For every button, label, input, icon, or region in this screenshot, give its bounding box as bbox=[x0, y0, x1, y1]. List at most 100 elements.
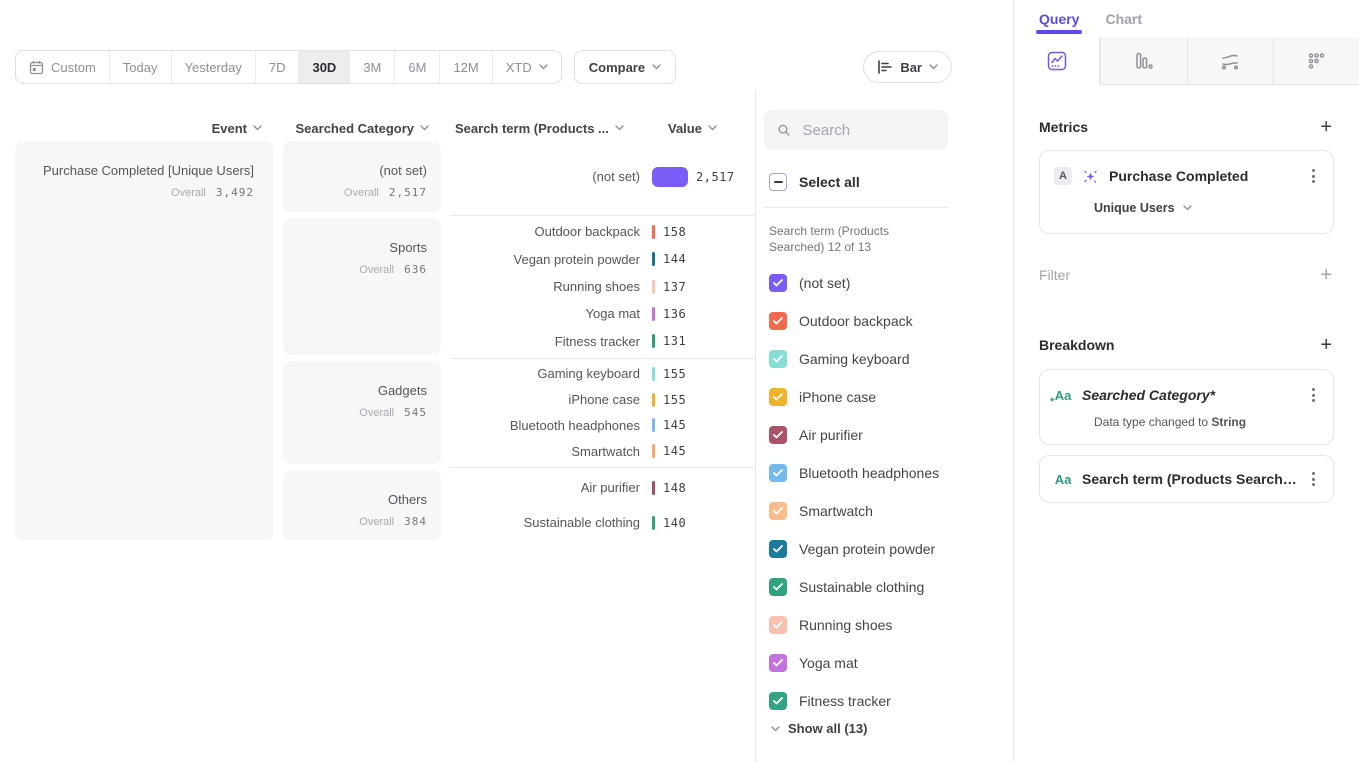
column-header-event[interactable]: Event bbox=[15, 121, 274, 136]
value-label: 137 bbox=[663, 280, 686, 294]
event-cell[interactable]: Purchase Completed [Unique Users] Overal… bbox=[15, 141, 274, 540]
metric-card-row: A Purchase Completed bbox=[1054, 166, 1319, 186]
overall-value: 3,492 bbox=[216, 186, 254, 199]
date-range-6m[interactable]: 6M bbox=[394, 51, 439, 83]
category-cell-others[interactable]: OthersOverall384 bbox=[283, 470, 441, 540]
breakdown-card-search-term[interactable]: Aa Search term (Products Searched) bbox=[1039, 455, 1334, 503]
search-box[interactable] bbox=[764, 110, 948, 150]
check-icon bbox=[773, 279, 783, 287]
legend-item-gaming-keyboard[interactable]: Gaming keyboard bbox=[764, 340, 1013, 378]
term-row-air-purifier[interactable]: Air purifier148 bbox=[450, 474, 755, 502]
checkbox[interactable] bbox=[769, 578, 787, 596]
term-row-not-set[interactable]: (not set)2,517 bbox=[450, 163, 755, 191]
category-cell-gadgets[interactable]: GadgetsOverall545 bbox=[283, 361, 441, 464]
date-range-today[interactable]: Today bbox=[109, 51, 171, 83]
add-metric-button[interactable]: + bbox=[1318, 118, 1334, 136]
select-all[interactable]: Select all bbox=[764, 173, 1013, 191]
term-label: Fitness tracker bbox=[450, 334, 640, 349]
tab-funnels[interactable] bbox=[1100, 37, 1186, 85]
more-options-icon[interactable] bbox=[1308, 469, 1319, 489]
legend-item-outdoor-backpack[interactable]: Outdoor backpack bbox=[764, 302, 1013, 340]
overall-label: Overall bbox=[171, 187, 206, 199]
compare-label: Compare bbox=[589, 60, 645, 75]
legend-item-running-shoes[interactable]: Running shoes bbox=[764, 606, 1013, 644]
checkbox[interactable] bbox=[769, 426, 787, 444]
date-range-yesterday[interactable]: Yesterday bbox=[171, 51, 255, 83]
more-options-icon[interactable] bbox=[1308, 385, 1319, 405]
date-range-custom[interactable]: Custom bbox=[16, 51, 109, 83]
tab-insights[interactable] bbox=[1014, 37, 1100, 85]
metric-card[interactable]: A Purchase Completed Unique Users bbox=[1039, 150, 1334, 234]
term-row-sustainable-clothing[interactable]: Sustainable clothing140 bbox=[450, 509, 755, 537]
legend-item-fitness-tracker[interactable]: Fitness tracker bbox=[764, 682, 1013, 720]
add-breakdown-button[interactable]: + bbox=[1318, 336, 1334, 354]
compare-button[interactable]: Compare bbox=[574, 50, 676, 84]
date-range-3m[interactable]: 3M bbox=[349, 51, 394, 83]
term-row-vegan-protein-powder[interactable]: Vegan protein powder144 bbox=[450, 245, 755, 272]
column-header-value[interactable]: Value bbox=[668, 121, 717, 136]
term-row-gaming-keyboard[interactable]: Gaming keyboard155 bbox=[450, 361, 755, 387]
column-header-search-term[interactable]: Search term (Products ... bbox=[455, 121, 624, 136]
date-range-label: 7D bbox=[269, 60, 286, 75]
legend-item-label: Air purifier bbox=[799, 427, 863, 443]
tab-chart[interactable]: Chart bbox=[1105, 0, 1142, 37]
metric-series-badge: A bbox=[1054, 167, 1072, 185]
value-label: 145 bbox=[663, 418, 686, 432]
search-input[interactable] bbox=[801, 121, 935, 140]
chevron-down-icon bbox=[539, 64, 548, 70]
checkbox[interactable] bbox=[769, 540, 787, 558]
term-row-smartwatch[interactable]: Smartwatch145 bbox=[450, 438, 755, 464]
value-bar bbox=[652, 481, 655, 495]
legend-item-not-set[interactable]: (not set) bbox=[764, 264, 1013, 302]
value-bar bbox=[652, 252, 655, 266]
legend-item-label: Smartwatch bbox=[799, 503, 873, 519]
date-range-7d[interactable]: 7D bbox=[255, 51, 299, 83]
checkbox[interactable] bbox=[769, 692, 787, 710]
legend-item-air-purifier[interactable]: Air purifier bbox=[764, 416, 1013, 454]
term-row-running-shoes[interactable]: Running shoes137 bbox=[450, 273, 755, 300]
modified-asterisk-icon: * bbox=[1050, 396, 1054, 408]
add-filter-button[interactable]: + bbox=[1318, 266, 1334, 284]
horizontal-bar-chart-icon bbox=[877, 60, 893, 74]
legend-item-yoga-mat[interactable]: Yoga mat bbox=[764, 644, 1013, 682]
term-row-iphone-case[interactable]: iPhone case155 bbox=[450, 387, 755, 413]
select-all-checkbox[interactable] bbox=[769, 173, 787, 191]
term-row-bluetooth-headphones[interactable]: Bluetooth headphones145 bbox=[450, 413, 755, 439]
legend-item-vegan-protein-powder[interactable]: Vegan protein powder bbox=[764, 530, 1013, 568]
value-bar bbox=[652, 393, 655, 407]
date-range-30d[interactable]: 30D bbox=[298, 51, 349, 83]
term-row-yoga-mat[interactable]: Yoga mat136 bbox=[450, 300, 755, 327]
term-row-fitness-tracker[interactable]: Fitness tracker131 bbox=[450, 328, 755, 355]
measure-selector[interactable]: Unique Users bbox=[1094, 201, 1319, 215]
legend-item-sustainable-clothing[interactable]: Sustainable clothing bbox=[764, 568, 1013, 606]
show-all-button[interactable]: Show all (13) bbox=[764, 721, 1013, 736]
checkbox[interactable] bbox=[769, 654, 787, 672]
tab-flows[interactable] bbox=[1187, 37, 1273, 85]
category-cell-not-set[interactable]: (not set)Overall2,517 bbox=[283, 141, 441, 212]
category-cell-sports[interactable]: SportsOverall636 bbox=[283, 218, 441, 355]
more-options-icon[interactable] bbox=[1308, 166, 1319, 186]
column-header-searched-category[interactable]: Searched Category bbox=[283, 121, 441, 136]
date-range-xtd[interactable]: XTD bbox=[492, 51, 561, 83]
checkbox[interactable] bbox=[769, 350, 787, 368]
checkbox[interactable] bbox=[769, 464, 787, 482]
checkbox[interactable] bbox=[769, 616, 787, 634]
legend-item-smartwatch[interactable]: Smartwatch bbox=[764, 492, 1013, 530]
legend-item-iphone-case[interactable]: iPhone case bbox=[764, 378, 1013, 416]
query-panel: Query Chart bbox=[1013, 0, 1359, 762]
legend-item-label: (not set) bbox=[799, 275, 850, 291]
legend-item-bluetooth-headphones[interactable]: Bluetooth headphones bbox=[764, 454, 1013, 492]
chart-type-button[interactable]: Bar bbox=[863, 51, 952, 83]
breakdown-card-searched-category[interactable]: Aa* Searched Category* Data type changed… bbox=[1039, 369, 1334, 445]
checkbox[interactable] bbox=[769, 274, 787, 292]
tab-label: Chart bbox=[1105, 11, 1142, 27]
tab-retention[interactable] bbox=[1273, 37, 1359, 85]
term-row-outdoor-backpack[interactable]: Outdoor backpack158 bbox=[450, 218, 755, 245]
bar-chart-icon bbox=[1132, 49, 1156, 73]
date-range-12m[interactable]: 12M bbox=[439, 51, 491, 83]
overall-label: Overall bbox=[359, 407, 394, 419]
checkbox[interactable] bbox=[769, 388, 787, 406]
tab-query[interactable]: Query bbox=[1039, 0, 1079, 37]
checkbox[interactable] bbox=[769, 312, 787, 330]
checkbox[interactable] bbox=[769, 502, 787, 520]
